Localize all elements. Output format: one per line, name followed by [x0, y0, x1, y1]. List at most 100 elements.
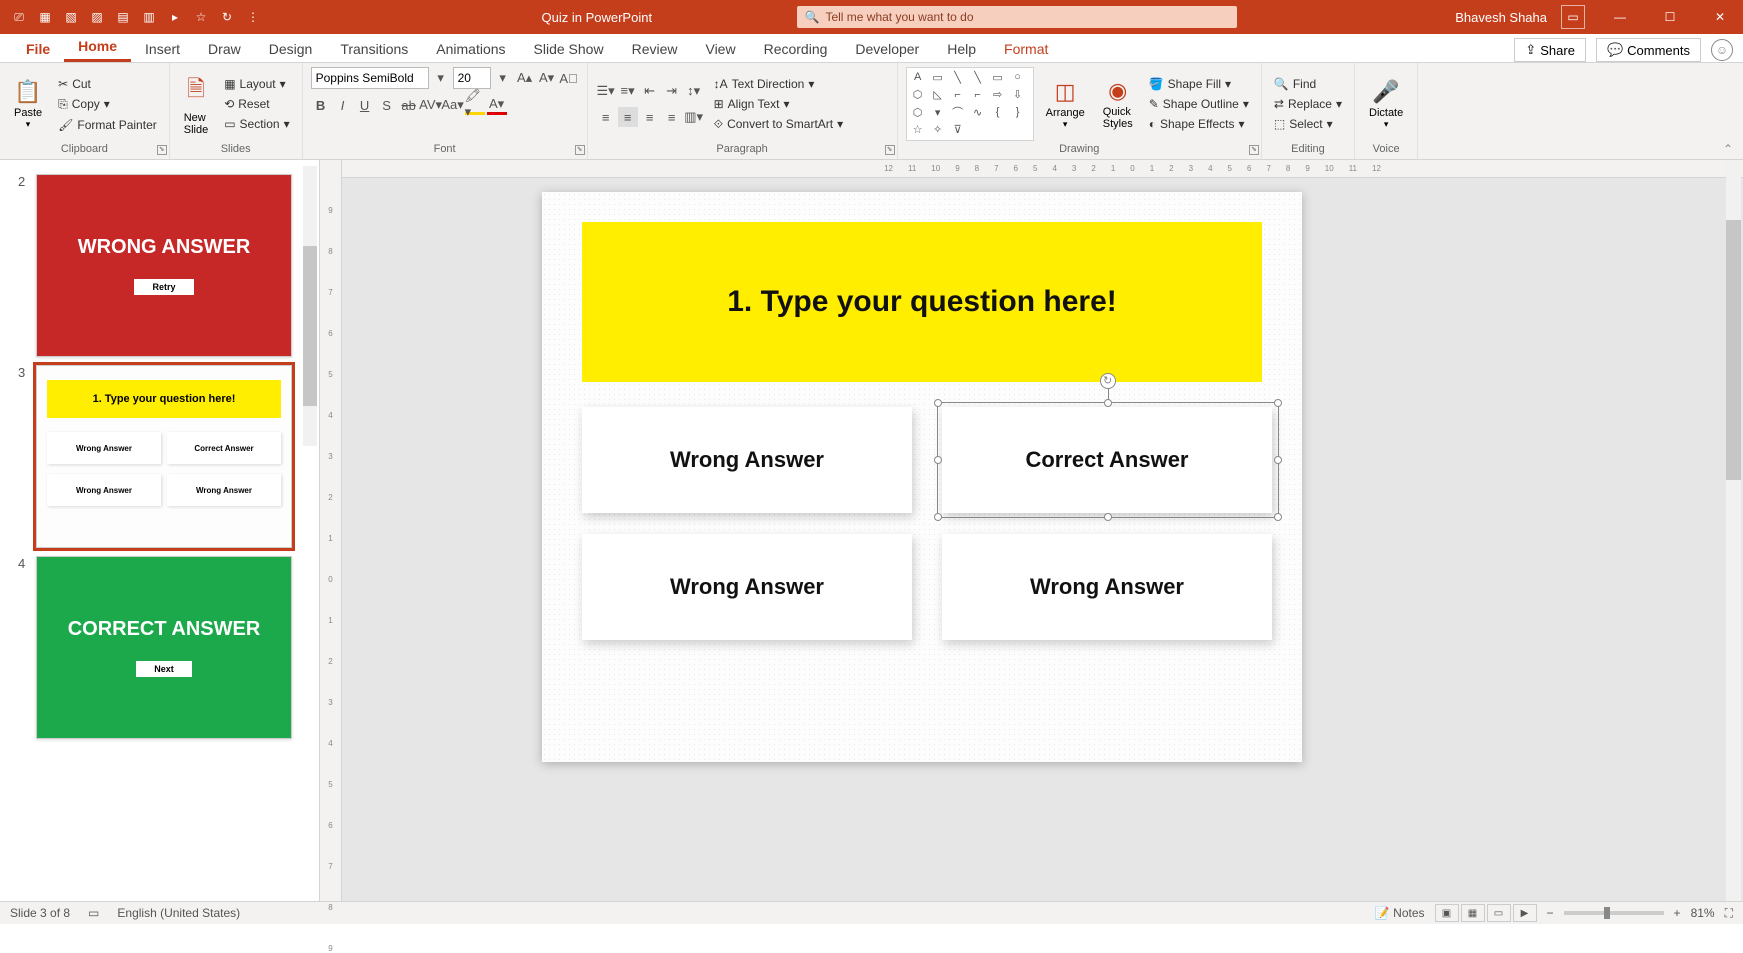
normal-view-button[interactable]: ▣ [1435, 904, 1459, 922]
increase-indent-button[interactable]: ⇥ [662, 81, 682, 101]
resize-handle[interactable] [934, 456, 942, 464]
resize-handle[interactable] [1104, 399, 1112, 407]
comments-button[interactable]: 💬Comments [1596, 38, 1701, 62]
tab-view[interactable]: View [691, 36, 749, 62]
slide-thumbnail-4[interactable]: CORRECT ANSWER Next [36, 556, 292, 739]
tab-developer[interactable]: Developer [841, 36, 933, 62]
char-spacing-button[interactable]: AV▾ [421, 95, 441, 115]
resize-handle[interactable] [1104, 513, 1112, 521]
qat-touch-icon[interactable]: ☆ [192, 8, 210, 26]
font-size-dropdown[interactable]: ▾ [493, 68, 513, 88]
qat-slideshow-icon[interactable]: ▤ [114, 8, 132, 26]
bullets-button[interactable]: ☰▾ [596, 81, 616, 101]
answer-shape-3[interactable]: Wrong Answer [582, 534, 912, 640]
slide-thumbnail-panel[interactable]: 2 WRONG ANSWER Retry 3 1. Type your ques… [0, 160, 320, 901]
zoom-slider[interactable] [1564, 911, 1664, 915]
tab-animations[interactable]: Animations [422, 36, 519, 62]
highlight-button[interactable]: 🖍▾ [465, 95, 485, 115]
qat-save-icon[interactable]: ▦ [36, 8, 54, 26]
tab-help[interactable]: Help [933, 36, 990, 62]
shapes-gallery[interactable]: A▭╲╲▭○⬡ ◺⌐⌐⇨⇩⬡▾ ⌒∿{}☆✧⊽ [906, 67, 1034, 141]
tab-format[interactable]: Format [990, 36, 1062, 62]
underline-button[interactable]: U [355, 95, 375, 115]
answer-shape-1[interactable]: Wrong Answer [582, 407, 912, 513]
zoom-in-button[interactable]: + [1674, 906, 1681, 920]
find-button[interactable]: 🔍Find [1270, 75, 1346, 93]
collapse-ribbon-icon[interactable]: ⌃ [1723, 142, 1737, 156]
tab-file[interactable]: File [12, 36, 64, 62]
paste-button[interactable]: 📋 Paste ▾ [8, 67, 48, 141]
qat-undo-icon[interactable]: ▧ [62, 8, 80, 26]
tell-me-search[interactable]: 🔍 Tell me what you want to do [797, 6, 1237, 28]
qat-redo-icon[interactable]: ▨ [88, 8, 106, 26]
numbering-button[interactable]: ≡▾ [618, 81, 638, 101]
qat-customize-icon[interactable]: ⋮ [244, 8, 262, 26]
font-dialog-launcher[interactable]: ⬊ [575, 145, 585, 155]
reset-button[interactable]: ⟲Reset [220, 95, 293, 113]
resize-handle[interactable] [1274, 456, 1282, 464]
qat-autosave-icon[interactable]: ⎚ [10, 8, 28, 26]
thumb-scrollbar[interactable] [303, 166, 317, 446]
accessibility-icon[interactable]: ▭ [88, 906, 99, 920]
new-slide-button[interactable]: 🗎 New Slide [178, 67, 214, 141]
user-name[interactable]: Bhavesh Shaha [1455, 10, 1547, 25]
minimize-button[interactable]: — [1597, 0, 1643, 34]
bold-button[interactable]: B [311, 95, 331, 115]
replace-button[interactable]: ⇄Replace▾ [1270, 95, 1346, 113]
paragraph-dialog-launcher[interactable]: ⬊ [885, 145, 895, 155]
shape-textbox-icon[interactable]: A [909, 70, 927, 84]
tab-home[interactable]: Home [64, 33, 131, 62]
increase-font-icon[interactable]: A▴ [515, 68, 535, 88]
strikethrough-button[interactable]: ab [399, 95, 419, 115]
question-shape[interactable]: 1. Type your question here! [582, 222, 1262, 382]
align-left-button[interactable]: ≡ [596, 107, 616, 127]
ribbon-display-options-icon[interactable]: ▭ [1561, 5, 1585, 29]
tab-design[interactable]: Design [255, 36, 327, 62]
select-button[interactable]: ⬚Select▾ [1270, 115, 1346, 133]
maximize-button[interactable]: ☐ [1647, 0, 1693, 34]
decrease-indent-button[interactable]: ⇤ [640, 81, 660, 101]
arrange-button[interactable]: ◫Arrange▾ [1040, 67, 1091, 141]
tab-slideshow[interactable]: Slide Show [520, 36, 618, 62]
slide-canvas[interactable]: 1. Type your question here! Wrong Answer… [542, 192, 1302, 762]
resize-handle[interactable] [1274, 513, 1282, 521]
reading-view-button[interactable]: ▭ [1487, 904, 1511, 922]
slide-counter[interactable]: Slide 3 of 8 [10, 906, 70, 920]
answer-shape-4[interactable]: Wrong Answer [942, 534, 1272, 640]
edit-scrollbar-handle[interactable] [1726, 220, 1741, 480]
tab-insert[interactable]: Insert [131, 36, 194, 62]
fit-to-window-button[interactable]: ⛶ [1725, 906, 1733, 921]
layout-button[interactable]: ▦Layout▾ [220, 75, 293, 93]
italic-button[interactable]: I [333, 95, 353, 115]
change-case-button[interactable]: Aa▾ [443, 95, 463, 115]
dictate-button[interactable]: 🎤Dictate▾ [1363, 67, 1409, 141]
font-name-dropdown[interactable]: ▾ [431, 68, 451, 88]
copy-button[interactable]: ⎘Copy▾ [54, 95, 161, 114]
font-color-button[interactable]: A▾ [487, 95, 507, 115]
slideshow-view-button[interactable]: ▶ [1513, 904, 1537, 922]
columns-button[interactable]: ▥▾ [684, 107, 704, 127]
resize-handle[interactable] [1274, 399, 1282, 407]
line-spacing-button[interactable]: ↕▾ [684, 81, 704, 101]
close-button[interactable]: ✕ [1697, 0, 1743, 34]
text-direction-button[interactable]: ↕AText Direction▾ [710, 75, 848, 93]
tab-recording[interactable]: Recording [750, 36, 842, 62]
slide-thumbnail-3[interactable]: 1. Type your question here! Wrong Answer… [36, 365, 292, 548]
slide-thumbnail-2[interactable]: WRONG ANSWER Retry [36, 174, 292, 357]
align-right-button[interactable]: ≡ [640, 107, 660, 127]
clear-formatting-icon[interactable]: A⃠ [559, 68, 579, 88]
resize-handle[interactable] [934, 399, 942, 407]
tab-draw[interactable]: Draw [194, 36, 255, 62]
decrease-font-icon[interactable]: A▾ [537, 68, 557, 88]
tab-review[interactable]: Review [618, 36, 692, 62]
qat-repeat-icon[interactable]: ↻ [218, 8, 236, 26]
zoom-level[interactable]: 81% [1691, 906, 1715, 920]
qat-btn6-icon[interactable]: ▥ [140, 8, 158, 26]
shape-fill-button[interactable]: 🪣Shape Fill▾ [1145, 75, 1253, 93]
clipboard-dialog-launcher[interactable]: ⬊ [157, 145, 167, 155]
qat-btn7-icon[interactable]: ▸ [166, 8, 184, 26]
feedback-icon[interactable]: ☺ [1711, 39, 1733, 61]
language-status[interactable]: English (United States) [117, 906, 240, 920]
drawing-dialog-launcher[interactable]: ⬊ [1249, 145, 1259, 155]
shape-effects-button[interactable]: ◐Shape Effects▾ [1145, 115, 1253, 133]
